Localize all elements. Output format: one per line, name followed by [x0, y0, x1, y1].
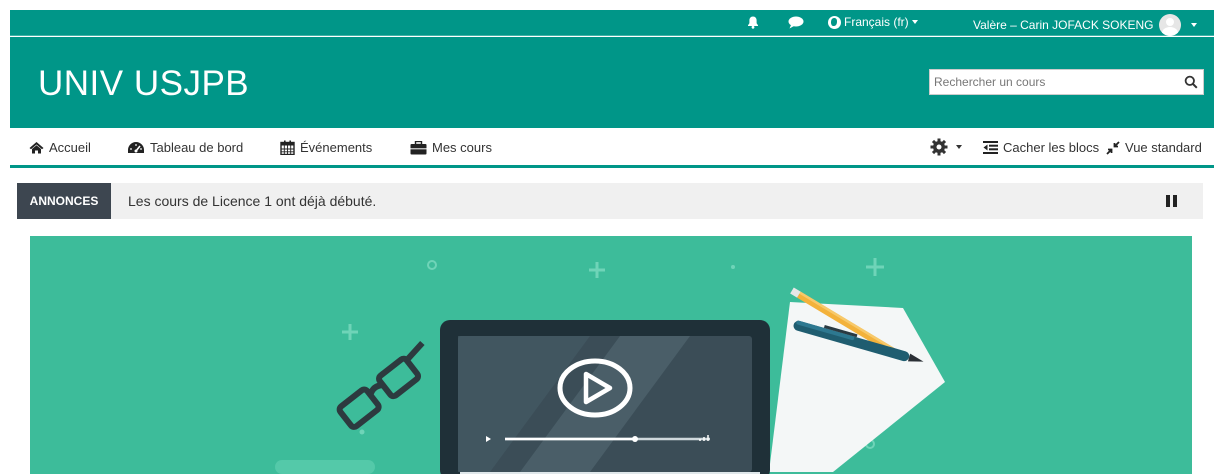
announcement-bar: ANNONCES Les cours de Licence 1 ont déjà…: [17, 183, 1203, 219]
pause-icon[interactable]: [1166, 195, 1177, 207]
course-search: [929, 69, 1204, 95]
main-navbar: Accueil Tableau de bord Événements Mes c…: [10, 128, 1214, 168]
nav-item-label: Accueil: [49, 140, 91, 155]
avatar: [1158, 14, 1181, 36]
outdent-icon: [983, 141, 998, 154]
top-navbar: Français (fr) Valère – Carin JOFACK SOKE…: [10, 10, 1214, 36]
standard-view-label: Vue standard: [1125, 140, 1202, 155]
hide-blocks-button[interactable]: Cacher les blocs: [983, 140, 1099, 155]
standard-view-button[interactable]: Vue standard: [1106, 140, 1202, 155]
settings-menu[interactable]: [930, 138, 962, 156]
user-name: Valère – Carin JOFACK SOKENG: [973, 18, 1154, 32]
calendar-icon: [280, 140, 295, 155]
dashboard-icon: [127, 141, 145, 154]
chevron-down-icon: [1190, 23, 1197, 27]
nav-item-dashboard[interactable]: Tableau de bord: [127, 140, 243, 155]
nav-item-label: Tableau de bord: [150, 140, 244, 155]
language-label: Français (fr): [844, 15, 909, 29]
bell-icon[interactable]: [747, 16, 759, 29]
chevron-down-icon: [956, 145, 962, 149]
nav-item-label: Événements: [300, 140, 373, 155]
site-title[interactable]: UNIV USJPB: [38, 64, 249, 104]
nav-item-my-courses[interactable]: Mes cours: [410, 140, 492, 155]
nav-item-label: Mes cours: [432, 140, 492, 155]
user-menu[interactable]: Valère – Carin JOFACK SOKENG: [973, 14, 1197, 36]
page-header: UNIV USJPB: [10, 37, 1214, 128]
chat-icon[interactable]: [788, 16, 804, 29]
compress-icon: [1106, 140, 1120, 155]
globe-icon: [828, 15, 841, 29]
briefcase-icon: [410, 140, 427, 155]
nav-item-home[interactable]: Accueil: [29, 140, 91, 155]
chevron-down-icon: [911, 20, 918, 24]
home-icon: [29, 141, 44, 154]
nav-item-events[interactable]: Événements: [280, 140, 372, 155]
hide-blocks-label: Cacher les blocs: [1003, 140, 1100, 155]
hero-banner: [30, 236, 1192, 474]
announcement-label: ANNONCES: [17, 183, 111, 219]
gear-icon: [930, 138, 948, 156]
announcement-text[interactable]: Les cours de Licence 1 ont déjà débuté.: [128, 193, 376, 209]
language-menu[interactable]: Français (fr): [828, 15, 918, 29]
search-input[interactable]: [930, 70, 1170, 94]
search-icon[interactable]: [1184, 75, 1198, 89]
banner-illustration: [275, 258, 945, 474]
